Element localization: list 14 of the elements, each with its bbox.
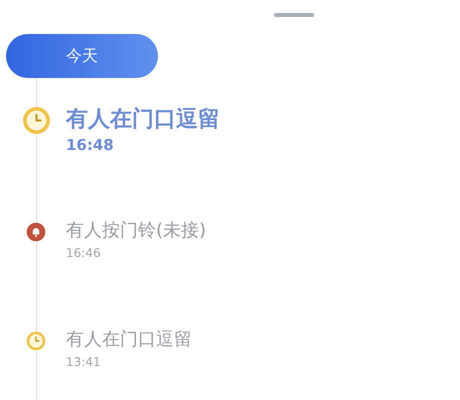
event-title: 有人按门铃(未接) — [66, 219, 206, 243]
event-entry[interactable]: 有人按门铃(未接) 16:46 — [66, 218, 206, 260]
event-title: 有人在门口逗留 — [66, 328, 192, 352]
event-entry[interactable]: 有人在门口逗留 13:41 — [66, 327, 192, 369]
date-chip[interactable]: 今天 — [6, 34, 158, 78]
clock-icon — [26, 331, 46, 351]
bell-icon — [26, 222, 46, 242]
clock-icon — [22, 106, 51, 135]
event-time: 16:46 — [66, 246, 102, 260]
event-entry[interactable]: 有人在门口逗留 16:48 — [66, 104, 220, 154]
event-time: 13:41 — [66, 355, 102, 369]
event-time: 16:48 — [66, 136, 115, 154]
drag-handle[interactable] — [274, 13, 314, 17]
event-title: 有人在门口逗留 — [66, 106, 220, 134]
